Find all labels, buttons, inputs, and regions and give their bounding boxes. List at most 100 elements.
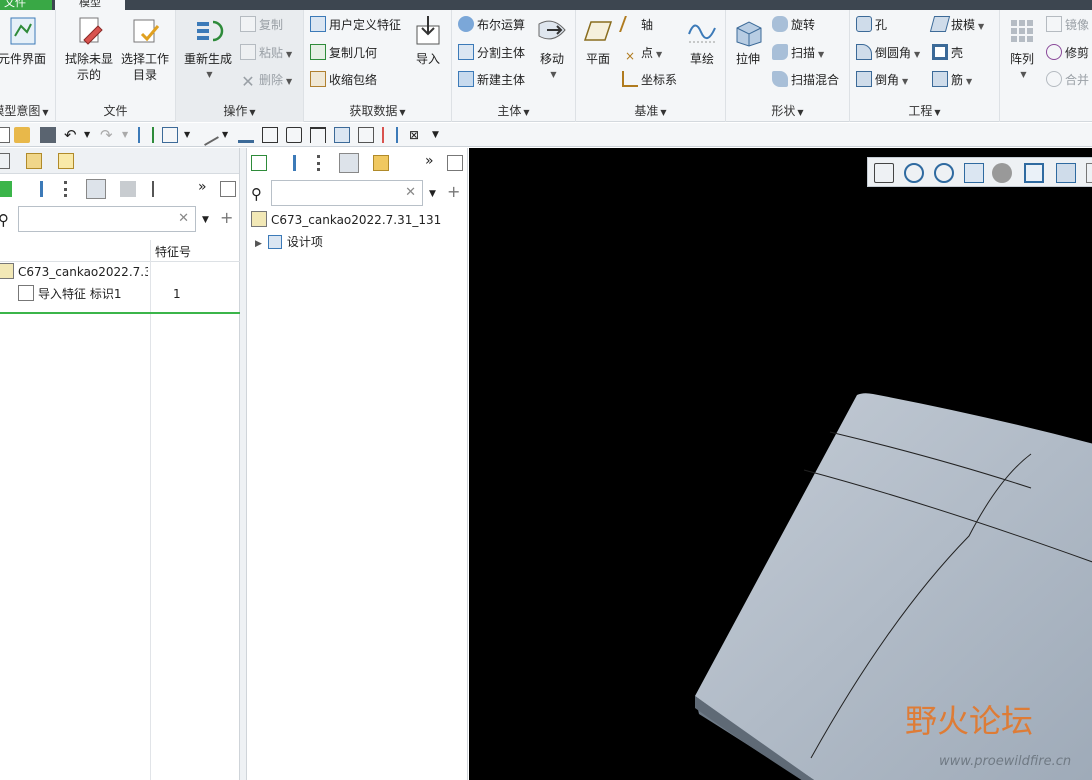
merge-button[interactable]: 合并 [1046, 69, 1089, 91]
regenerate-quick-icon[interactable] [138, 127, 154, 143]
refit-icon[interactable] [874, 163, 894, 183]
rib-button[interactable]: 筋 ▼ [932, 69, 972, 91]
pattern-dropdown-icon[interactable]: ▼ [1005, 67, 1042, 83]
windows-dropdown-icon[interactable]: ▼ [184, 127, 200, 143]
model-tree-search-field[interactable] [19, 207, 195, 231]
shrinkwrap-button[interactable]: 收缩包络 [310, 69, 377, 91]
detail-search-field[interactable] [272, 181, 422, 205]
shell-button[interactable]: 壳 [932, 42, 963, 64]
copy-quick-icon[interactable] [334, 127, 350, 143]
new-body-button[interactable]: 新建主体 [458, 69, 525, 91]
detail-add-icon[interactable]: + [447, 184, 463, 200]
swept-blend-button[interactable]: 扫描混合 [772, 69, 839, 91]
graphics-viewport[interactable]: 野火论坛 www.proewildfire.cn [469, 148, 1092, 780]
group-label-body[interactable]: 主体 ▼ [452, 102, 575, 119]
mirror-button[interactable]: 镜像 [1046, 14, 1089, 36]
dimension-icon[interactable] [310, 127, 326, 143]
sort-icon[interactable] [382, 127, 398, 143]
file-manager-icon[interactable] [358, 127, 374, 143]
display-style-icon[interactable] [992, 163, 1012, 183]
move-button[interactable]: 移动 ▼ [532, 14, 572, 83]
tree-list-icon[interactable] [64, 181, 80, 197]
sketch-button[interactable]: 草绘 [684, 14, 720, 67]
panel-options-icon[interactable] [220, 181, 236, 197]
group-label-engineering[interactable]: 工程 ▼ [850, 102, 999, 119]
regenerate-dropdown-icon[interactable]: ▼ [183, 67, 236, 83]
close-window-icon[interactable]: ⊠ [406, 127, 422, 143]
show-icon[interactable] [0, 181, 12, 197]
import-button[interactable]: 导入 [408, 14, 448, 67]
tab-file[interactable]: 文件 [0, 0, 52, 10]
zoom-out-icon[interactable] [934, 163, 954, 183]
more-icon[interactable]: » [198, 179, 214, 195]
windows-icon[interactable] [162, 127, 178, 143]
detail-filter-funnel-icon[interactable]: ⚲ [251, 186, 267, 202]
plane-button[interactable]: 平面 [578, 14, 618, 67]
print-icon[interactable] [286, 127, 302, 143]
new-file-icon[interactable] [0, 127, 10, 143]
detail-list-icon[interactable] [317, 155, 333, 171]
model-root-row[interactable]: C673_cankao2022.7.31_131 [0, 261, 148, 283]
detail-columns-icon[interactable] [339, 153, 359, 173]
open-file-icon[interactable] [14, 127, 30, 143]
zoom-in-icon[interactable] [904, 163, 924, 183]
delete-button[interactable]: ✕ 删除 ▼ [240, 69, 292, 91]
pattern-button[interactable]: 阵列 ▼ [1002, 14, 1042, 83]
undo-dropdown-icon[interactable]: ▼ [84, 127, 100, 143]
view-manager-icon[interactable] [1056, 163, 1076, 183]
copy-button[interactable]: 复制 [240, 14, 283, 36]
detail-root-row[interactable]: C673_cankao2022.7.31_131 [251, 209, 441, 231]
measure-icon[interactable] [197, 124, 219, 146]
boolean-button[interactable]: 布尔运算 [458, 14, 525, 36]
detail-tree-tab-icon[interactable] [251, 155, 267, 171]
datum-display-icon[interactable] [238, 127, 254, 143]
select-working-directory-button[interactable]: 选择工作 目录 [118, 14, 172, 83]
trim-button[interactable]: 修剪 [1046, 42, 1089, 64]
move-dropdown-icon[interactable]: ▼ [535, 67, 572, 83]
detail-settings-icon[interactable] [373, 155, 389, 171]
design-items-row[interactable]: ▶ 设计项 [255, 231, 323, 253]
favorites-tab-icon[interactable] [58, 153, 74, 169]
feature-number-column-header[interactable]: 特征号 [155, 243, 191, 260]
detail-more-icon[interactable]: » [425, 153, 441, 169]
group-label-datum[interactable]: 基准 ▼ [576, 102, 725, 119]
chamfer-button[interactable]: 倒角 ▼ [856, 69, 908, 91]
perspective-icon[interactable] [1086, 163, 1092, 183]
group-label-operations[interactable]: 操作 ▼ [176, 102, 303, 119]
copy-geometry-button[interactable]: 复制几何 [310, 42, 377, 64]
print-preview-icon[interactable] [262, 127, 278, 143]
group-label-model-intent[interactable]: 模型意图▼ [0, 102, 55, 119]
settings-disabled-icon[interactable] [120, 181, 136, 197]
sweep-button[interactable]: 扫描 ▼ [772, 42, 824, 64]
regenerate-button[interactable]: 重新生成 ▼ [180, 14, 236, 83]
detail-search-input[interactable]: ✕ [271, 180, 423, 206]
undo-icon[interactable]: ↶ [64, 127, 80, 143]
clear-search-icon[interactable]: ✕ [178, 211, 189, 226]
customize-toolbar-icon[interactable]: ▼ [432, 127, 448, 143]
user-defined-feature-button[interactable]: 用户定义特征 [310, 14, 401, 36]
component-interface-button[interactable]: 元件界面 [0, 14, 46, 67]
point-button[interactable]: × 点 ▼ [622, 42, 662, 64]
saved-views-icon[interactable] [1024, 163, 1044, 183]
round-button[interactable]: 倒圆角 ▼ [856, 42, 920, 64]
repaint-icon[interactable] [964, 163, 984, 183]
folder-browser-tab-icon[interactable] [26, 153, 42, 169]
draft-button[interactable]: 拔模 ▼ [929, 14, 984, 36]
axis-button[interactable]: 轴 [619, 14, 653, 36]
hole-button[interactable]: 孔 [856, 14, 887, 36]
detail-options-icon[interactable] [447, 155, 463, 171]
tree-settings-icon[interactable] [152, 181, 168, 197]
detail-filter-icon[interactable] [293, 155, 309, 171]
filter-icon[interactable]: ⚲ [0, 212, 14, 228]
tree-columns-icon[interactable] [86, 179, 106, 199]
redo-dropdown-icon[interactable]: ▼ [122, 127, 138, 143]
detail-clear-search-icon[interactable]: ✕ [405, 185, 416, 200]
model-tree-tab-icon[interactable] [0, 153, 10, 169]
split-body-button[interactable]: 分割主体 [458, 42, 525, 64]
tree-filter-icon[interactable] [40, 181, 56, 197]
expand-arrow-icon[interactable]: ▶ [255, 239, 262, 249]
group-label-shapes[interactable]: 形状 ▼ [726, 102, 849, 119]
coordinate-system-button[interactable]: 坐标系 [622, 69, 677, 91]
tab-model[interactable]: 模型 [55, 0, 125, 10]
erase-not-displayed-button[interactable]: 拭除未显 示的 [62, 14, 116, 83]
